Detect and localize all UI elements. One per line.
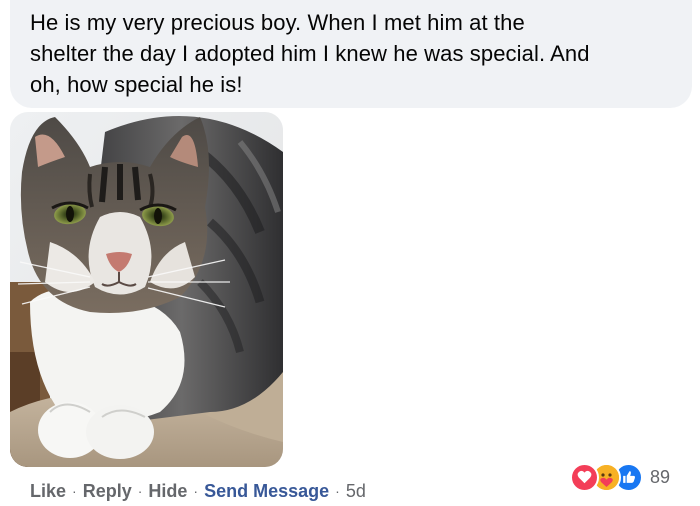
separator-dot: · bbox=[193, 483, 199, 499]
comment-container: He is my very precious boy. When I met h… bbox=[0, 0, 700, 506]
love-icon bbox=[570, 462, 599, 492]
reactions-summary[interactable]: 89 bbox=[570, 462, 671, 492]
separator-dot: · bbox=[72, 483, 77, 499]
comment-text-line-1: He is my very precious boy. When I met h… bbox=[30, 10, 525, 35]
comment-photo[interactable] bbox=[10, 112, 283, 467]
send-message-link[interactable]: Send Message bbox=[204, 481, 329, 502]
separator-dot: · bbox=[335, 483, 340, 499]
reply-link[interactable]: Reply bbox=[83, 481, 132, 502]
hide-link[interactable]: Hide bbox=[148, 481, 187, 502]
comment-bubble: He is my very precious boy. When I met h… bbox=[10, 0, 692, 108]
comment-timestamp[interactable]: 5d bbox=[346, 481, 366, 502]
reaction-count: 89 bbox=[650, 466, 671, 487]
comment-text-line-2: shelter the day I adopted him I knew he … bbox=[30, 41, 590, 66]
comment-text-line-3: oh, how special he is! bbox=[30, 72, 243, 97]
comment-actions: Like · Reply · Hide · Send Message · 5d bbox=[30, 478, 366, 504]
like-link[interactable]: Like bbox=[30, 481, 66, 502]
separator-dot: · bbox=[137, 483, 143, 499]
